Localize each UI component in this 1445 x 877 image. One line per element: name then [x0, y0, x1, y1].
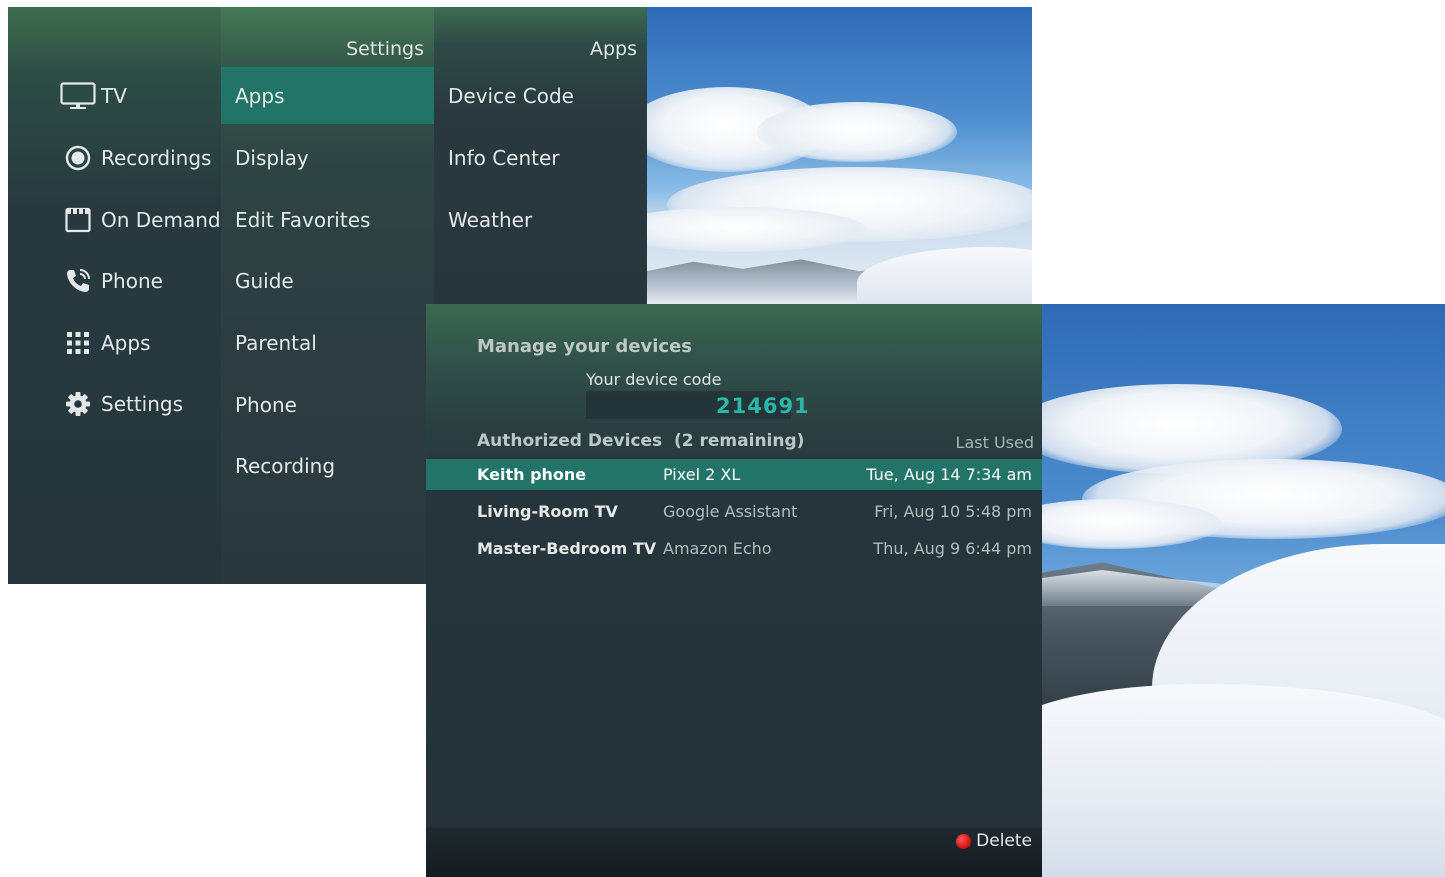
grid-icon — [60, 328, 96, 358]
settings-item-display[interactable]: Display — [221, 129, 434, 186]
nav-label: TV — [101, 84, 127, 108]
main-nav: TV Recordings On Demand Phone Apps Setti… — [8, 7, 221, 584]
apps-item-info-center[interactable]: Info Center — [434, 129, 647, 186]
settings-item-guide[interactable]: Guide — [221, 252, 434, 309]
settings-item-edit-favorites[interactable]: Edit Favorites — [221, 191, 434, 248]
phone-icon — [60, 266, 96, 296]
nav-item-settings[interactable]: Settings — [8, 376, 221, 432]
device-model: Pixel 2 XL — [663, 465, 741, 484]
delete-button[interactable]: Delete — [956, 831, 1032, 851]
device-name: Master-Bedroom TV — [477, 539, 657, 558]
last-used-header: Last Used — [955, 433, 1034, 452]
red-button-icon — [956, 833, 972, 849]
apps-header: Apps — [589, 38, 637, 60]
device-row[interactable]: Living-Room TV Google Assistant Fri, Aug… — [426, 496, 1042, 527]
gear-icon — [60, 389, 96, 419]
settings-item-apps[interactable]: Apps — [221, 67, 434, 124]
authorized-devices-header: Authorized Devices (2 remaining) — [477, 431, 805, 451]
nav-item-recordings[interactable]: Recordings — [8, 130, 221, 186]
nav-label: Phone — [101, 269, 163, 293]
settings-item-parental[interactable]: Parental — [221, 314, 434, 371]
settings-menu: Settings Apps Display Edit Favorites Gui… — [221, 7, 434, 584]
nav-label: Recordings — [101, 146, 212, 170]
film-icon — [60, 205, 96, 235]
delete-label: Delete — [976, 831, 1032, 851]
device-row[interactable]: Keith phone Pixel 2 XL Tue, Aug 14 7:34 … — [426, 459, 1042, 490]
nav-label: Apps — [101, 331, 151, 355]
device-code-value: 214691 — [716, 394, 810, 418]
nav-item-apps[interactable]: Apps — [8, 315, 221, 371]
footer-bar — [426, 827, 1042, 877]
apps-menu: Apps Device Code Info Center Weather — [434, 7, 647, 304]
device-model: Amazon Echo — [663, 539, 772, 558]
device-last-used: Thu, Aug 9 6:44 pm — [873, 539, 1032, 558]
settings-item-phone[interactable]: Phone — [221, 376, 434, 433]
device-code-label: Your device code — [586, 370, 722, 389]
device-last-used: Tue, Aug 14 7:34 am — [866, 465, 1032, 484]
tv-icon — [60, 81, 96, 111]
record-icon — [60, 143, 96, 173]
background-photo — [1042, 304, 1445, 877]
nav-label: Settings — [101, 392, 184, 416]
settings-item-recording[interactable]: Recording — [221, 437, 434, 494]
device-row[interactable]: Master-Bedroom TV Amazon Echo Thu, Aug 9… — [426, 533, 1042, 564]
apps-item-device-code[interactable]: Device Code — [434, 67, 647, 124]
device-name: Keith phone — [477, 465, 587, 484]
device-code-screen: Manage your devices Your device code 214… — [426, 304, 1445, 877]
background-photo — [647, 7, 1032, 304]
device-name: Living-Room TV — [477, 502, 618, 521]
device-last-used: Fri, Aug 10 5:48 pm — [874, 502, 1032, 521]
apps-item-weather[interactable]: Weather — [434, 191, 647, 248]
page-title: Manage your devices — [477, 336, 693, 357]
settings-header: Settings — [346, 38, 424, 60]
nav-label: On Demand — [101, 208, 221, 232]
nav-item-phone[interactable]: Phone — [8, 253, 221, 309]
device-panel: Manage your devices Your device code 214… — [426, 304, 1042, 877]
nav-item-on-demand[interactable]: On Demand — [8, 192, 221, 248]
nav-item-tv[interactable]: TV — [8, 68, 221, 124]
device-model: Google Assistant — [663, 502, 798, 521]
